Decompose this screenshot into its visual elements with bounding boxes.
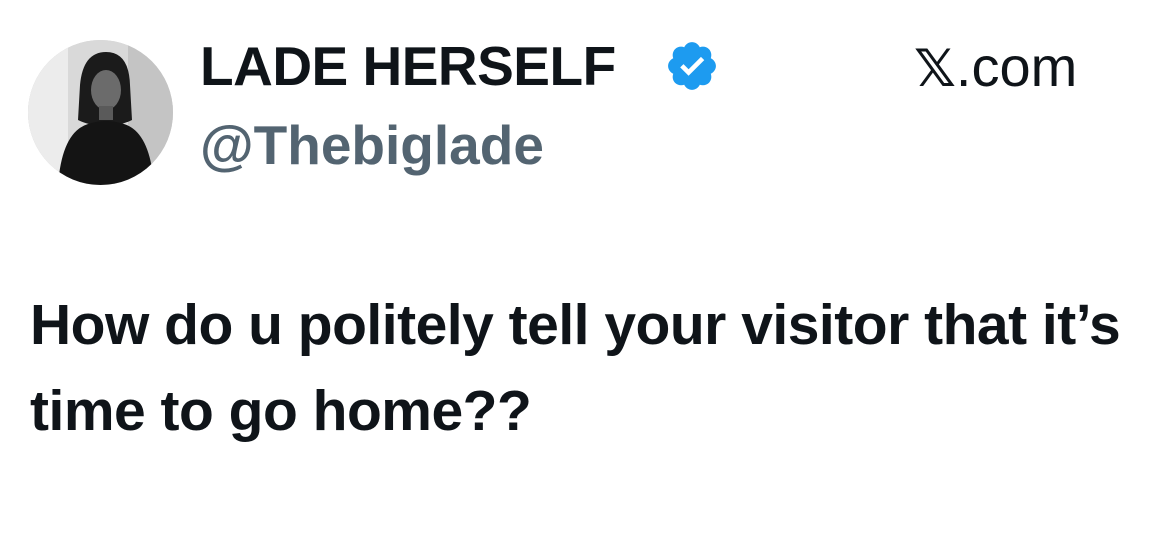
x-logo-icon: 𝕏	[914, 39, 956, 99]
source-label: 𝕏.com	[914, 36, 1077, 100]
verified-badge-icon	[668, 42, 716, 90]
source-label-suffix: .com	[955, 35, 1078, 98]
tweet-text: How do u politely tell your visitor that…	[30, 293, 1121, 443]
tweet-card: LADE HERSELF @Thebiglade 𝕏.com How do u …	[0, 0, 1170, 541]
display-name[interactable]: LADE HERSELF	[200, 35, 616, 97]
avatar[interactable]	[28, 40, 173, 185]
profile-photo-icon	[28, 40, 173, 185]
user-handle[interactable]: @Thebiglade	[200, 114, 544, 176]
